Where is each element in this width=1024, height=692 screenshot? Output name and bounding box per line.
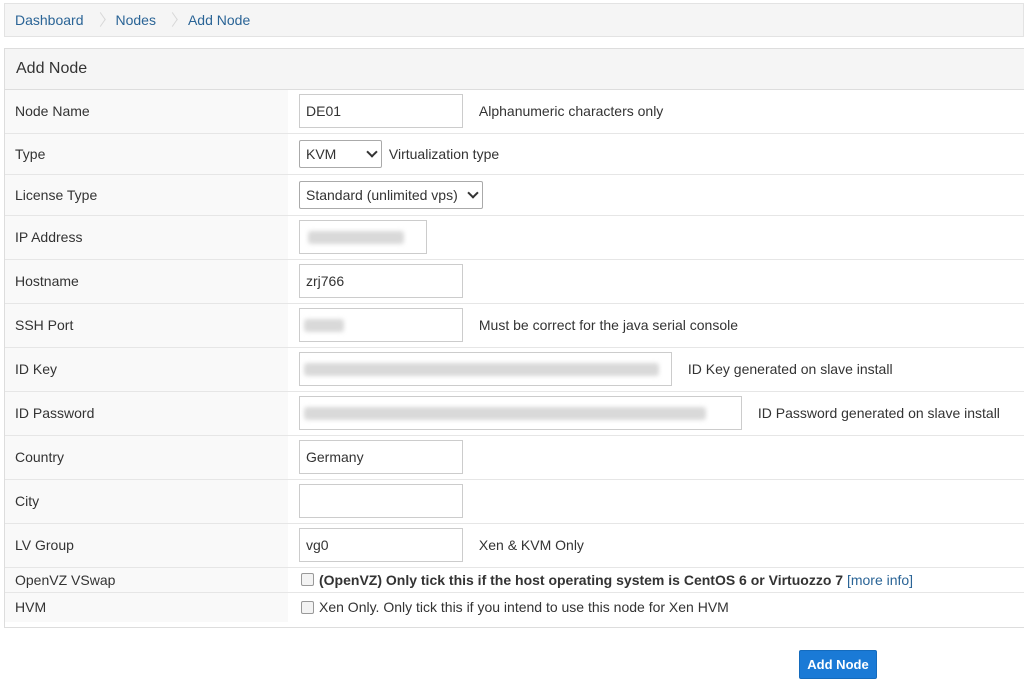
id-password-input[interactable] bbox=[299, 396, 742, 430]
chevron-down-icon bbox=[366, 145, 378, 158]
city-input[interactable] bbox=[299, 484, 463, 518]
breadcrumb: Dashboard Nodes Add Node bbox=[4, 3, 1024, 37]
type-label: Type bbox=[5, 132, 288, 174]
license-type-label: License Type bbox=[5, 173, 288, 215]
form-row-openvz-vswap: OpenVZ VSwap (OpenVZ) Only tick this if … bbox=[5, 566, 1024, 592]
hvm-label: HVM bbox=[5, 591, 288, 622]
redacted-blur bbox=[304, 363, 659, 376]
ssh-port-hint: Must be correct for the java serial cons… bbox=[478, 317, 739, 333]
id-key-hint: ID Key generated on slave install bbox=[687, 361, 893, 377]
form-row-license-type: License Type Standard (unlimited vps) bbox=[5, 173, 1024, 215]
form-row-hvm: HVM Xen Only. Only tick this if you inte… bbox=[5, 591, 1024, 622]
breadcrumb-add-node[interactable]: Add Node bbox=[188, 12, 250, 28]
ip-address-label: IP Address bbox=[5, 214, 288, 259]
form-row-country: Country Germany bbox=[5, 434, 1024, 479]
hvm-checkbox[interactable] bbox=[301, 601, 314, 615]
more-info-link[interactable]: [more info] bbox=[847, 572, 913, 588]
ssh-port-input[interactable] bbox=[299, 308, 463, 342]
ip-address-input[interactable] bbox=[299, 220, 427, 254]
form-row-lv-group: LV Group vg0 Xen & KVM Only bbox=[5, 522, 1024, 567]
breadcrumb-nodes[interactable]: Nodes bbox=[116, 12, 156, 28]
lv-group-hint: Xen & KVM Only bbox=[478, 537, 584, 553]
form-row-city: City bbox=[5, 478, 1024, 523]
hostname-input[interactable]: zrj766 bbox=[299, 264, 463, 298]
add-node-form: Node Name DE01 Alphanumeric characters o… bbox=[5, 90, 1024, 622]
type-hint: Virtualization type bbox=[388, 145, 500, 162]
chevron-down-icon bbox=[467, 186, 479, 199]
lv-group-input[interactable]: vg0 bbox=[299, 528, 463, 562]
breadcrumb-separator bbox=[168, 12, 176, 28]
hvm-text: Xen Only. Only tick this if you intend t… bbox=[319, 599, 729, 616]
openvz-vswap-text: (OpenVZ) Only tick this if the host oper… bbox=[319, 571, 844, 588]
form-row-id-password: ID Password ID Password generated on sla… bbox=[5, 390, 1024, 435]
license-type-select[interactable]: Standard (unlimited vps) bbox=[299, 180, 483, 209]
form-row-ssh-port: SSH Port Must be correct for the java se… bbox=[5, 302, 1024, 347]
openvz-vswap-checkbox[interactable] bbox=[301, 573, 314, 587]
id-password-label: ID Password bbox=[5, 390, 288, 435]
form-row-ip-address: IP Address bbox=[5, 214, 1024, 259]
redacted-blur bbox=[308, 231, 404, 244]
hostname-label: Hostname bbox=[5, 258, 288, 303]
add-node-button[interactable]: Add Node bbox=[799, 650, 877, 679]
node-name-hint: Alphanumeric characters only bbox=[478, 103, 664, 120]
country-label: Country bbox=[5, 434, 288, 479]
license-type-select-value: Standard (unlimited vps) bbox=[306, 186, 458, 203]
node-name-label: Node Name bbox=[5, 90, 288, 133]
id-key-input[interactable] bbox=[299, 352, 672, 386]
lv-group-label: LV Group bbox=[5, 522, 288, 567]
city-label: City bbox=[5, 478, 288, 523]
type-select-value: KVM bbox=[306, 145, 337, 162]
breadcrumb-separator bbox=[96, 12, 104, 28]
form-row-id-key: ID Key ID Key generated on slave install bbox=[5, 346, 1024, 391]
id-key-label: ID Key bbox=[5, 346, 288, 391]
add-node-panel: Add Node Node Name DE01 Alphanumeric cha… bbox=[4, 48, 1024, 628]
redacted-blur bbox=[304, 407, 706, 420]
form-row-hostname: Hostname zrj766 bbox=[5, 258, 1024, 303]
form-row-node-name: Node Name DE01 Alphanumeric characters o… bbox=[5, 90, 1024, 133]
node-name-input[interactable]: DE01 bbox=[299, 94, 463, 129]
form-row-type: Type KVM Virtualization type bbox=[5, 132, 1024, 174]
redacted-blur bbox=[304, 319, 344, 332]
ssh-port-label: SSH Port bbox=[5, 302, 288, 347]
panel-title: Add Node bbox=[5, 49, 1024, 90]
id-password-hint: ID Password generated on slave install bbox=[757, 405, 1000, 421]
openvz-vswap-label: OpenVZ VSwap bbox=[5, 566, 288, 592]
breadcrumb-dashboard[interactable]: Dashboard bbox=[15, 12, 84, 28]
country-input[interactable]: Germany bbox=[299, 440, 463, 474]
type-select[interactable]: KVM bbox=[299, 139, 382, 168]
